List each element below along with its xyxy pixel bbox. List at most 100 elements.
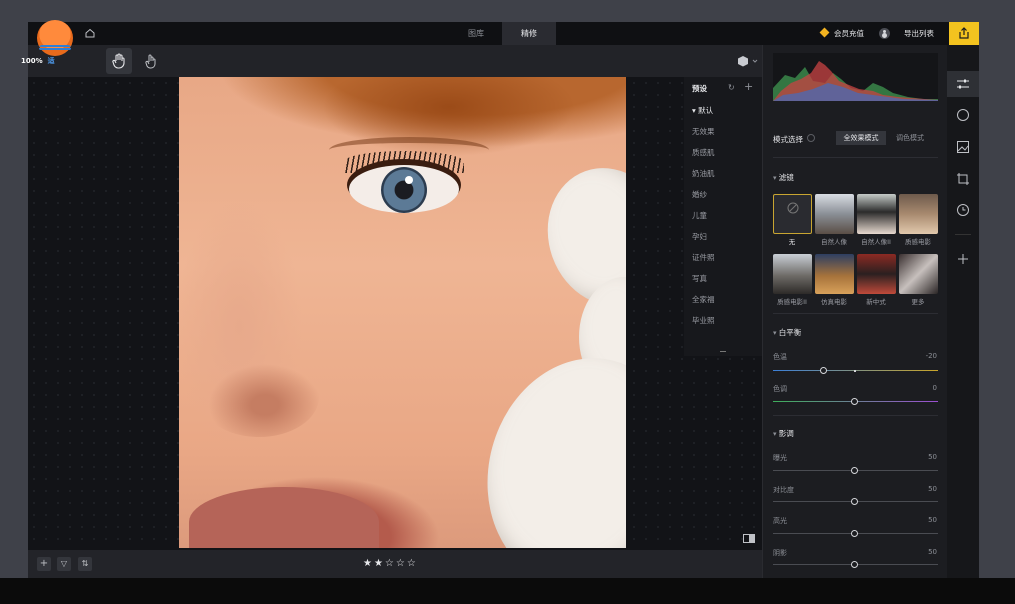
rail-adjust[interactable] <box>947 71 979 97</box>
slider-knob[interactable] <box>851 498 858 505</box>
contrast-value: 50 <box>928 485 937 493</box>
rail-divider <box>955 234 971 235</box>
preset-title: 预设 <box>692 84 707 93</box>
circle-icon <box>957 109 969 121</box>
bottom-bar: + ▽ ⇅ ★★☆☆☆ <box>28 550 762 578</box>
slider-knob[interactable] <box>820 367 827 374</box>
help-icon[interactable] <box>807 134 815 142</box>
contrast-slider[interactable] <box>773 498 938 505</box>
filter-thumb[interactable] <box>857 194 896 234</box>
tint-label: 色调 <box>773 385 787 393</box>
temperature-slider[interactable] <box>773 367 938 374</box>
preset-item[interactable]: 全家福 <box>692 294 715 305</box>
app-logo <box>37 20 73 56</box>
compare-icon[interactable] <box>743 534 755 543</box>
divider <box>773 157 938 158</box>
rail-add[interactable] <box>947 246 979 272</box>
temperature-value: -20 <box>925 352 937 360</box>
preset-item[interactable]: 奶油肌 <box>692 168 715 179</box>
mode-label: 模式选择 <box>773 135 803 144</box>
preset-item[interactable]: 写真 <box>692 273 707 284</box>
photo-eye <box>349 165 459 213</box>
color-mode-button[interactable]: 调色模式 <box>890 131 930 145</box>
filter-thumb[interactable] <box>899 194 938 234</box>
filter-thumb[interactable] <box>857 254 896 294</box>
share-button[interactable] <box>949 22 979 45</box>
slider-knob[interactable] <box>851 530 858 537</box>
image-icon <box>957 141 969 153</box>
photo-lips <box>189 487 379 548</box>
preset-item[interactable]: 儿童 <box>692 210 707 221</box>
fit-button[interactable]: 适 <box>48 57 55 65</box>
photo-petal <box>462 336 626 548</box>
zoom-value: 100% <box>21 57 43 65</box>
pan-tool-button[interactable] <box>138 48 164 74</box>
preset-item[interactable]: 证件照 <box>692 252 715 263</box>
highlights-slider[interactable] <box>773 530 938 537</box>
top-bar: 图库 精修 会员充值 导出列表 <box>28 22 979 45</box>
tab-retouch[interactable]: 精修 <box>502 22 556 45</box>
star-rating[interactable]: ★★☆☆☆ <box>363 558 418 569</box>
tone-section-title[interactable]: 影调 <box>773 428 794 439</box>
filter-thumb[interactable] <box>815 254 854 294</box>
full-effect-mode-button[interactable]: 全效果模式 <box>836 131 886 145</box>
crop-icon <box>957 173 969 185</box>
rail-background[interactable] <box>947 134 979 160</box>
shadows-slider[interactable] <box>773 561 938 568</box>
highlights-label: 高光 <box>773 517 787 525</box>
refresh-icon[interactable]: ↻ <box>728 83 735 92</box>
white-balance-section-title[interactable]: 白平衡 <box>773 327 802 338</box>
zoom-level[interactable]: 100% 适 <box>21 56 55 66</box>
shadows-label: 阴影 <box>773 549 787 557</box>
filter-thumb[interactable] <box>899 254 938 294</box>
tool-rail <box>947 45 979 578</box>
sliders-icon <box>957 79 969 89</box>
add-preset-icon[interactable]: + <box>744 80 753 93</box>
tab-gallery[interactable]: 图库 <box>458 22 494 45</box>
diamond-icon <box>819 27 830 38</box>
filter-label: 质感电影 <box>905 238 931 246</box>
preset-item[interactable]: 婚纱 <box>692 189 707 200</box>
filter-thumb-none[interactable] <box>773 194 812 234</box>
rail-history[interactable] <box>947 197 979 223</box>
export-list-button[interactable]: 导出列表 <box>904 22 934 45</box>
filter-label: 新中式 <box>866 298 886 306</box>
preset-item[interactable]: 质感肌 <box>692 147 715 158</box>
slider-knob[interactable] <box>851 398 858 405</box>
filter-thumb[interactable] <box>773 254 812 294</box>
mask-icon <box>738 56 758 67</box>
filter-thumb[interactable] <box>815 194 854 234</box>
slider-knob[interactable] <box>851 467 858 474</box>
photo-canvas[interactable] <box>28 77 762 550</box>
user-icon[interactable] <box>879 28 890 39</box>
mask-tool-button[interactable] <box>736 54 760 68</box>
preset-item[interactable]: 无效果 <box>692 126 715 137</box>
filters-section-title[interactable]: 滤镜 <box>773 172 794 183</box>
preset-group-default[interactable]: ▾ 默认 <box>692 105 713 116</box>
home-icon[interactable] <box>85 28 95 38</box>
exposure-slider[interactable] <box>773 467 938 474</box>
filter-label: 无 <box>788 238 796 246</box>
slider-knob[interactable] <box>851 561 858 568</box>
none-icon <box>787 202 799 214</box>
histogram <box>773 53 938 101</box>
tint-slider[interactable] <box>773 398 938 405</box>
preset-item[interactable]: 毕业照 <box>692 315 715 326</box>
sort-icon[interactable]: ⇅ <box>78 557 92 571</box>
rail-crop[interactable] <box>947 166 979 192</box>
preset-scrollbar[interactable] <box>720 351 726 352</box>
hand-tool-button[interactable] <box>106 48 132 74</box>
preset-item[interactable]: 孕妇 <box>692 231 707 242</box>
vip-recharge-button[interactable]: 会员充值 <box>819 22 864 45</box>
clock-icon <box>957 204 969 216</box>
vip-label: 会员充值 <box>834 29 864 38</box>
photo-preview[interactable] <box>179 77 626 548</box>
plus-icon <box>958 254 968 264</box>
rail-retouch[interactable] <box>947 102 979 128</box>
add-icon[interactable]: + <box>37 557 51 571</box>
filter-label: 自然人像II <box>861 238 891 246</box>
exposure-value: 50 <box>928 453 937 461</box>
filter-icon[interactable]: ▽ <box>57 557 71 571</box>
filter-label: 自然人像 <box>821 238 847 246</box>
desktop-strip <box>979 22 1015 578</box>
